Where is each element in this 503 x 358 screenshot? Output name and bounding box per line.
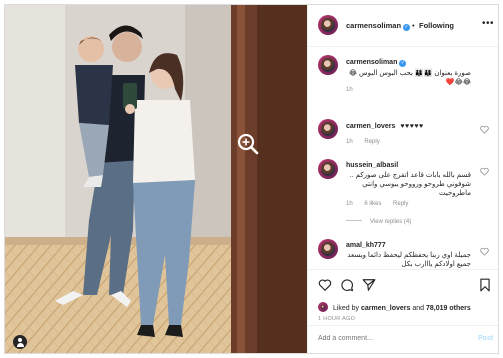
more-icon[interactable]: ••• — [482, 18, 494, 29]
comments-list[interactable]: carmensoliman ✓ صورة بعنوان 👨‍👩‍👦👨‍👩‍👦 بح… — [308, 47, 498, 269]
comment-meta: 1h 6 likes Reply — [346, 201, 418, 207]
comment-likes[interactable]: 6 likes — [364, 201, 381, 207]
comment-author[interactable]: amal_kh777 — [346, 242, 386, 249]
comment-like-icon[interactable] — [480, 167, 489, 176]
heart-icon[interactable] — [318, 278, 332, 292]
reply-button[interactable]: Reply — [364, 139, 379, 145]
comment-time[interactable]: 1h — [346, 139, 353, 145]
liker-avatar[interactable] — [318, 302, 328, 312]
author-avatar[interactable] — [318, 15, 338, 35]
comment-text: ♥♥♥♥♥ — [400, 123, 424, 130]
post-comment-button[interactable]: Post — [478, 335, 493, 342]
user-tag-icon[interactable] — [13, 335, 27, 349]
likes-summary: Liked by carmen_lovers and 78,019 others — [318, 302, 471, 312]
comment-item: amal_kh777 جميلة اوي ربنا يحفظكم ليحفظ د… — [308, 239, 498, 269]
liker-username[interactable]: carmen_lovers — [361, 305, 410, 312]
comment-avatar[interactable] — [318, 119, 338, 139]
bookmark-icon[interactable] — [478, 278, 492, 292]
view-replies-button[interactable]: View replies (4) — [346, 219, 411, 225]
comment-author[interactable]: carmen_lovers ♥♥♥♥♥ — [346, 123, 424, 130]
comment-like-icon[interactable] — [480, 125, 489, 134]
comment-avatar[interactable] — [318, 239, 338, 259]
following-button[interactable]: Following — [419, 21, 454, 30]
comment-meta: 1h — [346, 87, 363, 93]
share-icon[interactable] — [362, 278, 376, 292]
post-photo[interactable] — [5, 5, 307, 353]
photo-illustration — [5, 5, 307, 353]
add-comment-input[interactable] — [318, 335, 468, 342]
post-timestamp[interactable]: 1 HOUR AGO — [318, 316, 355, 322]
instagram-post: carmensoliman ✓ • Following ••• carmensol… — [4, 4, 499, 354]
comment-like-icon[interactable] — [480, 247, 489, 256]
header-separator: • — [412, 21, 415, 30]
comment-item: carmen_lovers ♥♥♥♥♥ 1h Reply — [308, 119, 498, 147]
comment-avatar[interactable] — [318, 55, 338, 75]
comment-item: hussein_albasil قسم بالله بابات قاعد اتف… — [308, 159, 498, 229]
likes-count[interactable]: 78,019 others — [426, 305, 471, 312]
post-actions: Liked by carmen_lovers and 78,019 others… — [308, 269, 498, 325]
reply-button[interactable]: Reply — [393, 201, 408, 207]
author-username[interactable]: carmensoliman ✓ — [346, 21, 411, 31]
comment-text: صورة بعنوان 👨‍👩‍👦👨‍👩‍👦 بحب البوس البوس 😂… — [348, 70, 471, 86]
comment-time[interactable]: 1h — [346, 87, 353, 93]
add-comment-bar: Post — [308, 325, 498, 353]
zoom-icon[interactable] — [237, 133, 259, 155]
verified-icon: ✓ — [403, 24, 411, 31]
caption: carmensoliman ✓ صورة بعنوان 👨‍👩‍👦👨‍👩‍👦 بح… — [308, 55, 498, 95]
comment-meta: 1h Reply — [346, 139, 390, 145]
comment-text: جميلة اوي ربنا يحفظكم ليحفظ دائما ويسعد … — [347, 252, 471, 268]
comment-author[interactable]: carmensoliman ✓ — [346, 59, 407, 67]
post-header: carmensoliman ✓ • Following ••• — [308, 5, 498, 47]
comment-icon[interactable] — [340, 278, 354, 292]
post-side-panel: carmensoliman ✓ • Following ••• carmensol… — [307, 5, 498, 353]
comment-avatar[interactable] — [318, 159, 338, 179]
comment-text: قسم بالله بابات قاعد اتفرج على صوركم .. … — [349, 172, 471, 197]
comment-time[interactable]: 1h — [346, 201, 353, 207]
comment-author[interactable]: hussein_albasil — [346, 162, 398, 169]
verified-icon: ✓ — [399, 60, 407, 67]
